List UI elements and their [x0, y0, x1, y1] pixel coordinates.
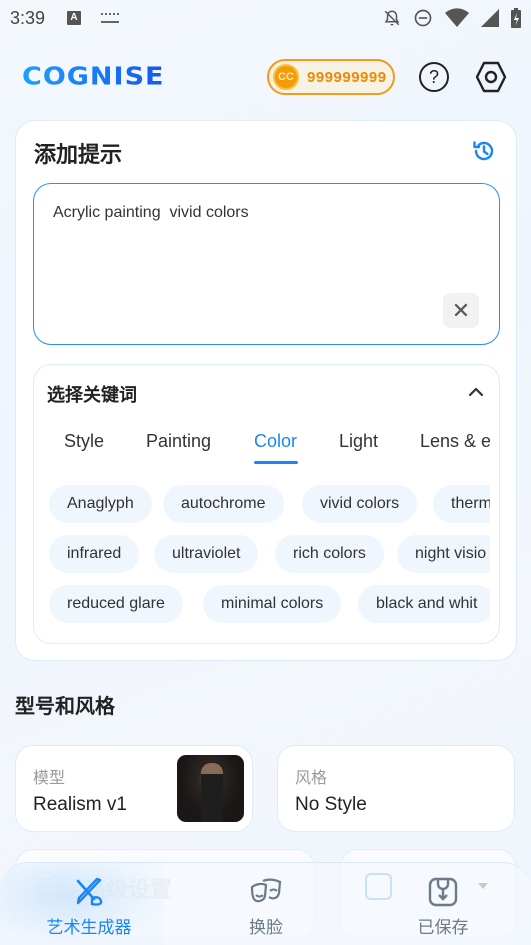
model-thumbnail — [177, 755, 244, 822]
model-value: Realism v1 — [33, 794, 127, 815]
close-icon: ✕ — [451, 297, 471, 323]
tab-lens[interactable]: Lens & e — [420, 431, 490, 452]
a-notification-icon: A — [67, 11, 82, 25]
keyword-chip[interactable]: minimal colors — [203, 585, 342, 623]
prompt-input[interactable] — [33, 183, 500, 345]
battery-charging-icon — [511, 8, 521, 28]
prompt-card: 添加提示 ✕ 选择关键词 Style Painting Color Light … — [15, 120, 517, 661]
style-label: 风格 — [295, 770, 328, 787]
nav-label: 艺术生成器 — [46, 918, 132, 937]
wifi-icon — [445, 8, 469, 27]
bottom-nav: 艺术生成器 换脸 已保存 — [0, 862, 531, 945]
keyword-chip[interactable]: therm — [433, 485, 490, 523]
tab-light[interactable]: Light — [339, 431, 378, 452]
clear-prompt-button[interactable]: ✕ — [443, 293, 479, 328]
tab-color[interactable]: Color — [254, 431, 297, 452]
help-button[interactable]: ? — [419, 62, 449, 92]
keyboard-icon — [101, 13, 120, 23]
keyword-chip[interactable]: infrared — [49, 535, 140, 573]
do-not-disturb-icon — [414, 9, 432, 27]
style-selector[interactable]: 风格 No Style — [277, 745, 515, 832]
keyword-chip[interactable]: ultraviolet — [154, 535, 259, 573]
caret-down-icon — [478, 883, 488, 889]
keyword-chip[interactable]: autochrome — [163, 485, 284, 523]
bell-off-icon — [384, 10, 400, 26]
thumbnail-figure — [201, 763, 223, 822]
tab-painting[interactable]: Painting — [146, 431, 211, 452]
save-download-icon — [428, 877, 458, 907]
signal-icon — [481, 9, 499, 27]
keyword-chip[interactable]: rich colors — [275, 535, 384, 573]
keyword-selector: 选择关键词 Style Painting Color Light Lens & … — [33, 364, 500, 644]
keyword-chip[interactable]: vivid colors — [302, 485, 418, 523]
keyword-chips: Anaglyph autochrome vivid colors therm i… — [49, 485, 490, 625]
theater-masks-icon — [250, 878, 282, 903]
paintbrush-pencil-icon — [76, 877, 103, 906]
status-bar: 3:39 A — [0, 0, 531, 36]
keyword-chip[interactable]: Anaglyph — [49, 485, 152, 523]
help-icon: ? — [428, 66, 439, 87]
keyword-chip[interactable]: reduced glare — [49, 585, 183, 623]
coin-count: 999999999 — [307, 68, 387, 86]
nav-face-swap[interactable]: 换脸 — [238, 863, 294, 945]
nav-label: 换脸 — [249, 918, 283, 937]
model-label: 模型 — [33, 770, 66, 787]
coin-balance-button[interactable]: CC 999999999 — [267, 59, 395, 95]
aspect-ratio-icon — [365, 873, 392, 900]
model-selector[interactable]: 模型 Realism v1 — [15, 745, 253, 832]
keyword-chip[interactable]: black and whit — [358, 585, 490, 623]
tab-style[interactable]: Style — [64, 431, 104, 452]
style-value: No Style — [295, 794, 367, 815]
nav-saved[interactable]: 已保存 — [410, 863, 476, 945]
keyword-chip[interactable]: night visio — [397, 535, 490, 573]
settings-icon[interactable] — [474, 60, 508, 94]
status-time: 3:39 — [10, 7, 46, 28]
keyword-title: 选择关键词 — [47, 385, 137, 405]
active-tab-indicator — [254, 461, 298, 464]
model-style-title: 型号和风格 — [15, 696, 115, 718]
app-logo: COGNISE — [22, 62, 165, 91]
nav-label: 已保存 — [417, 918, 469, 937]
app-header: COGNISE CC 999999999 ? — [0, 56, 531, 98]
keyword-tabs: Style Painting Color Light Lens & e — [34, 421, 490, 467]
nav-art-generator[interactable]: 艺术生成器 — [42, 863, 136, 945]
chevron-up-icon[interactable] — [467, 383, 485, 401]
history-icon[interactable] — [472, 139, 496, 163]
prompt-title: 添加提示 — [34, 142, 123, 167]
coin-icon: CC — [273, 64, 299, 90]
